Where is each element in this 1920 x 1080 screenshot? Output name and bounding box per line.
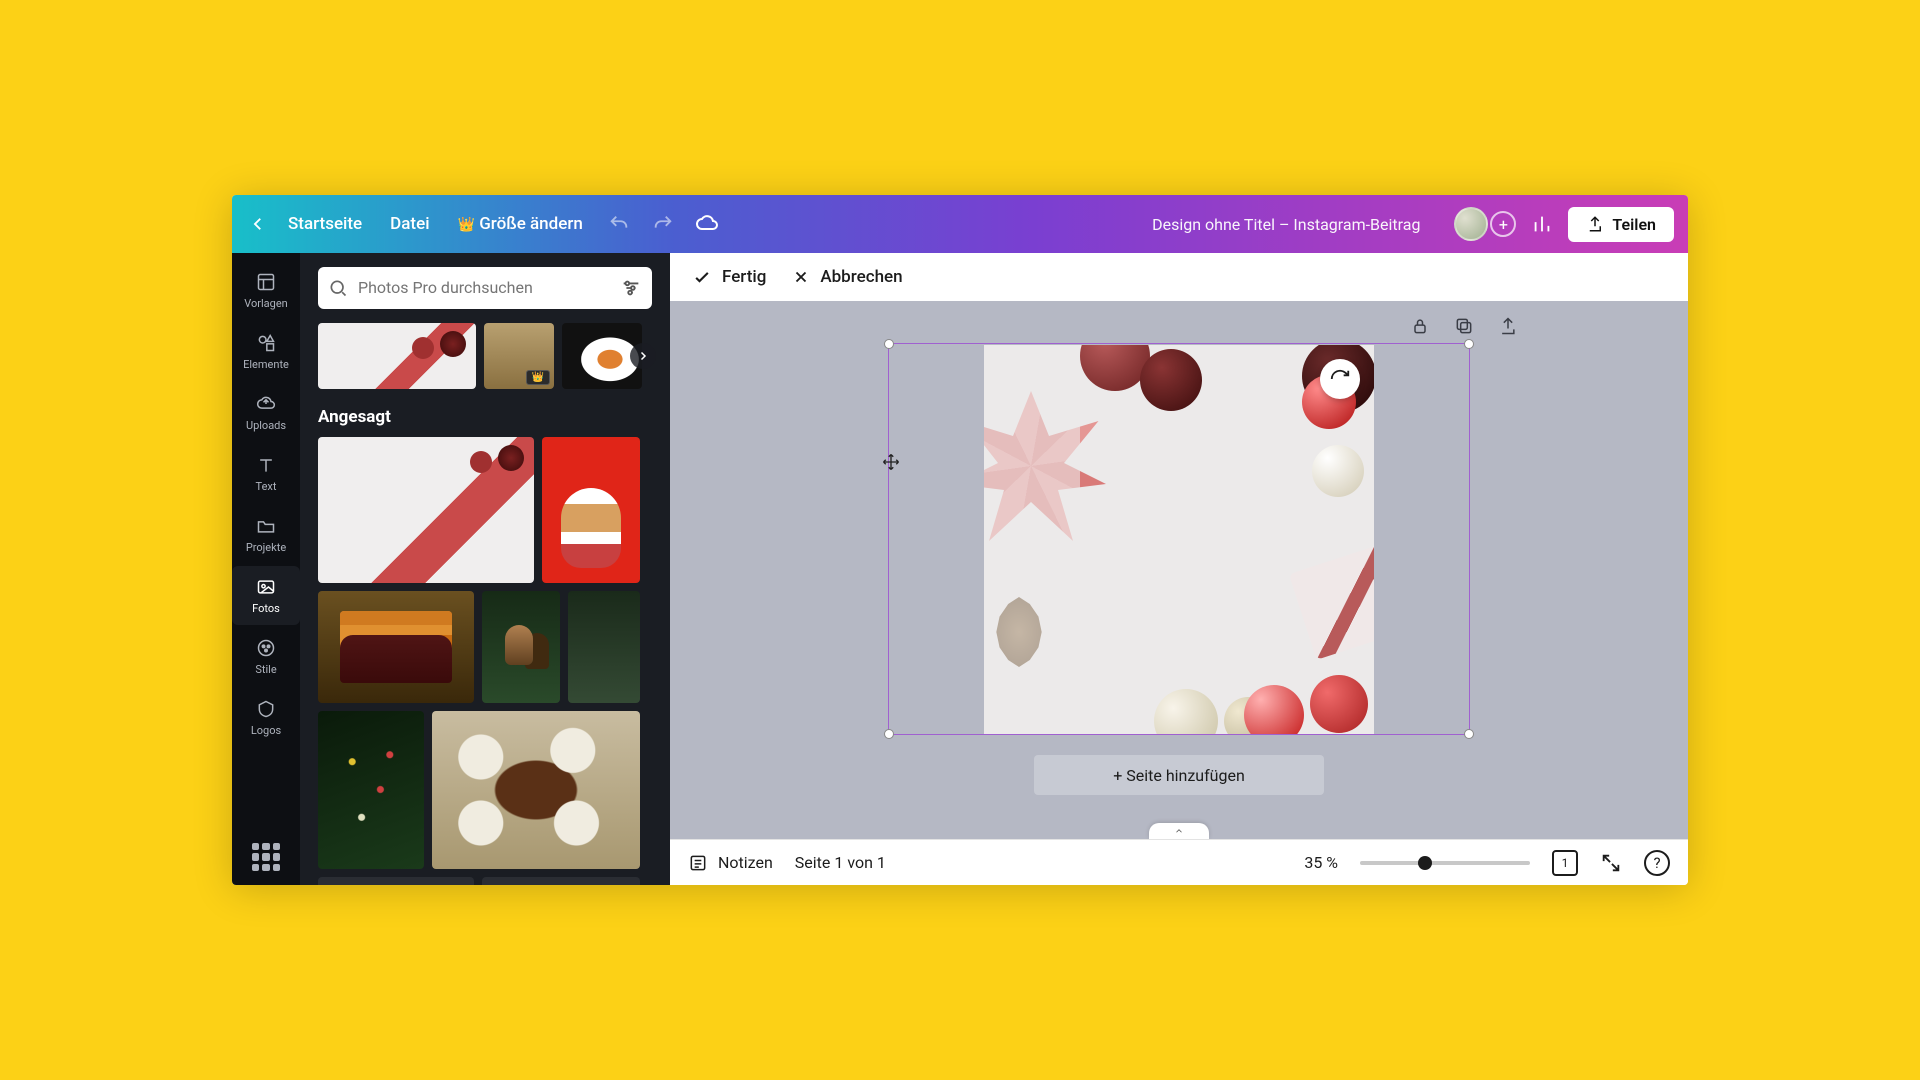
undo-button[interactable]	[601, 206, 637, 242]
photo-thumb[interactable]	[432, 711, 640, 869]
search-icon	[328, 278, 348, 298]
logos-icon	[255, 698, 277, 720]
rail-elements-label: Elemente	[243, 358, 289, 371]
rail-uploads[interactable]: Uploads	[232, 383, 300, 442]
notes-icon	[688, 853, 708, 873]
photo-thumb[interactable]	[318, 437, 534, 583]
photo-thumb[interactable]: 👑	[484, 323, 554, 389]
photo-thumb[interactable]	[482, 877, 640, 885]
add-page-button[interactable]: + Seite hinzufügen	[1034, 755, 1324, 795]
filters-icon[interactable]	[620, 277, 642, 299]
photos-panel: 👑 Angesagt	[300, 253, 670, 885]
rail-text[interactable]: Text	[232, 444, 300, 503]
export-page-button[interactable]	[1497, 315, 1519, 337]
photos-icon	[255, 576, 277, 598]
add-collaborator-button[interactable]: +	[1490, 211, 1516, 237]
check-icon	[692, 267, 712, 287]
crown-icon: 👑	[458, 217, 475, 233]
zoom-knob[interactable]	[1418, 856, 1432, 870]
apps-grid-button[interactable]	[252, 843, 280, 871]
rail-logos[interactable]: Logos	[232, 688, 300, 747]
share-button[interactable]: Teilen	[1568, 207, 1674, 242]
photo-grid	[318, 437, 652, 885]
document-title[interactable]: Design ohne Titel – Instagram-Beitrag	[1152, 215, 1420, 234]
rail-projects[interactable]: Projekte	[232, 505, 300, 564]
notes-button[interactable]: Notizen	[688, 853, 773, 873]
search-input[interactable]	[358, 278, 610, 297]
zoom-slider[interactable]	[1360, 861, 1530, 865]
templates-icon	[255, 271, 277, 293]
photo-thumb[interactable]	[318, 877, 474, 885]
zoom-value: 35 %	[1304, 853, 1338, 872]
photo-thumb[interactable]	[482, 591, 560, 703]
crop-frame[interactable]	[888, 343, 1470, 735]
page-grid-button[interactable]: 1	[1552, 850, 1578, 876]
rail-uploads-label: Uploads	[246, 419, 286, 432]
crop-handle-bl[interactable]	[884, 729, 894, 739]
help-button[interactable]: ?	[1644, 850, 1670, 876]
workspace[interactable]: + Seite hinzufügen	[670, 301, 1688, 839]
page-actions	[1409, 315, 1519, 337]
photo-thumb[interactable]	[568, 591, 640, 703]
crop-done-button[interactable]: Fertig	[692, 267, 766, 287]
home-link[interactable]: Startseite	[278, 208, 372, 240]
resize-button[interactable]: 👑 Größe ändern	[448, 208, 593, 240]
bottom-bar: Notizen Seite 1 von 1 35 % 1 ?	[670, 839, 1688, 885]
text-icon	[255, 454, 277, 476]
back-button[interactable]	[246, 212, 270, 236]
user-avatar[interactable]	[1454, 207, 1488, 241]
fullscreen-button[interactable]	[1600, 852, 1622, 874]
rail-styles-label: Stile	[255, 663, 276, 676]
crop-done-label: Fertig	[722, 267, 766, 287]
scroll-right-button[interactable]	[630, 343, 656, 369]
file-menu[interactable]: Datei	[380, 208, 439, 240]
rail-text-label: Text	[256, 480, 277, 493]
elements-icon	[255, 332, 277, 354]
rail-styles[interactable]: Stile	[232, 627, 300, 686]
app-window: Startseite Datei 👑 Größe ändern Design o…	[232, 195, 1688, 885]
crop-cancel-button[interactable]: Abbrechen	[792, 267, 902, 287]
close-icon	[792, 268, 810, 286]
main-area: Vorlagen Elemente Uploads Text Projekte …	[232, 253, 1688, 885]
rail-photos[interactable]: Fotos	[232, 566, 300, 625]
crop-toolbar: Fertig Abbrechen	[670, 253, 1688, 301]
duplicate-page-button[interactable]	[1453, 315, 1475, 337]
crop-handle-tr[interactable]	[1464, 339, 1474, 349]
canvas-area: Fertig Abbrechen	[670, 253, 1688, 885]
share-label: Teilen	[1612, 215, 1656, 234]
canvas-page-wrap	[984, 345, 1374, 735]
left-rail: Vorlagen Elemente Uploads Text Projekte …	[232, 253, 300, 885]
crop-cancel-label: Abbrechen	[820, 267, 902, 287]
lock-page-button[interactable]	[1409, 315, 1431, 337]
top-bar: Startseite Datei 👑 Größe ändern Design o…	[232, 195, 1688, 253]
page-strip-toggle[interactable]	[1149, 823, 1209, 839]
rail-templates-label: Vorlagen	[244, 297, 288, 310]
photo-thumb[interactable]	[318, 711, 424, 869]
photo-thumb[interactable]	[318, 591, 474, 703]
crop-handle-tl[interactable]	[884, 339, 894, 349]
recent-thumbs: 👑	[318, 323, 652, 389]
search-box	[318, 267, 652, 309]
rail-templates[interactable]: Vorlagen	[232, 261, 300, 320]
resize-label: Größe ändern	[479, 214, 583, 234]
photo-thumb[interactable]	[318, 323, 476, 389]
rail-projects-label: Projekte	[246, 541, 286, 554]
rail-elements[interactable]: Elemente	[232, 322, 300, 381]
styles-icon	[255, 637, 277, 659]
photo-thumb[interactable]	[542, 437, 640, 583]
move-icon[interactable]	[882, 453, 900, 471]
notes-label: Notizen	[718, 853, 773, 872]
projects-icon	[255, 515, 277, 537]
cloud-sync-icon[interactable]	[689, 206, 725, 242]
redo-button[interactable]	[645, 206, 681, 242]
crop-handle-br[interactable]	[1464, 729, 1474, 739]
rail-logos-label: Logos	[251, 724, 281, 737]
insights-button[interactable]	[1524, 206, 1560, 242]
page-counter: Seite 1 von 1	[795, 853, 886, 872]
pro-badge: 👑	[526, 370, 550, 385]
rail-photos-label: Fotos	[252, 602, 280, 615]
uploads-icon	[255, 393, 277, 415]
upload-icon	[1586, 215, 1604, 233]
trending-heading: Angesagt	[318, 407, 652, 427]
